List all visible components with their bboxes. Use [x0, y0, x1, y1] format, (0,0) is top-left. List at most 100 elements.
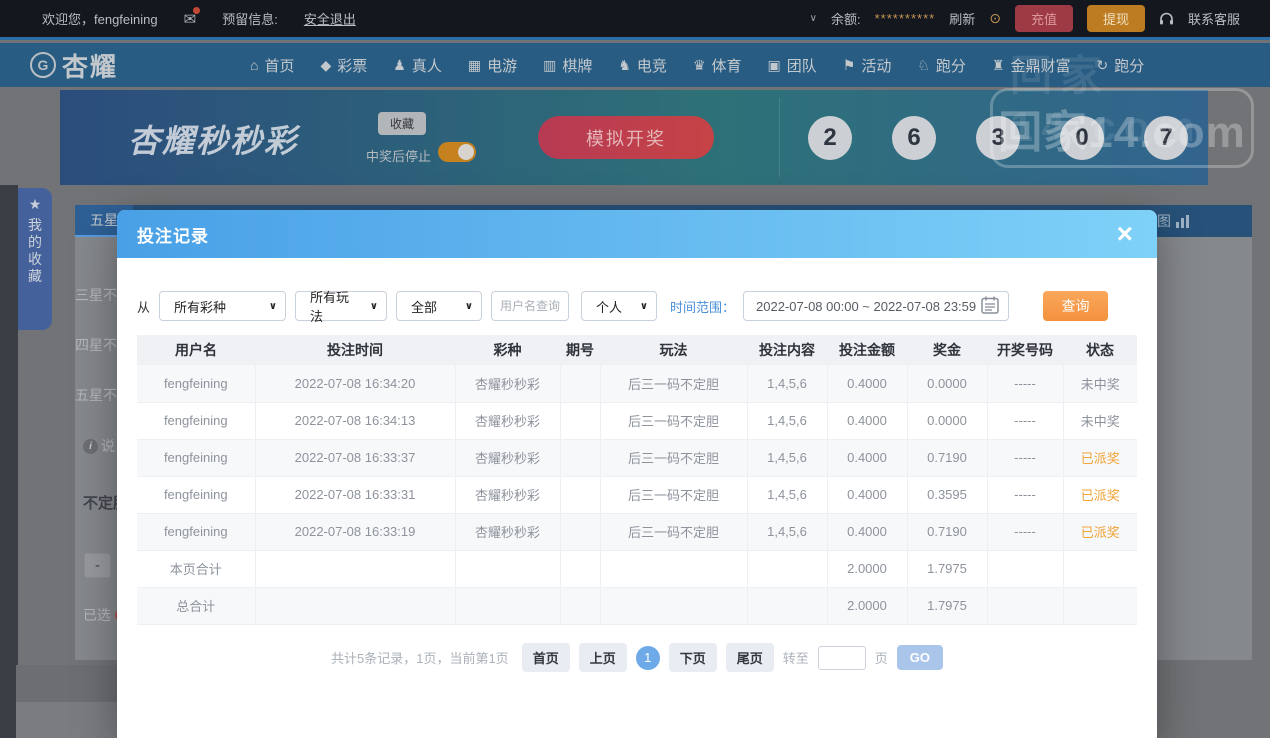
my-favorites-tab[interactable]: ★ 我的收藏 — [18, 188, 52, 330]
first-page-button[interactable]: 首页 — [521, 643, 570, 672]
bar-chart-icon — [1176, 214, 1189, 228]
brand-name: 杏耀 — [62, 51, 119, 82]
welcome-text: 欢迎您，fengfeining — [42, 12, 158, 27]
cell: 本页合计 — [137, 550, 256, 588]
mail-unread-dot — [193, 6, 201, 14]
cell — [747, 550, 828, 588]
cell: 2.0000 — [827, 587, 908, 625]
summary-row: 总合计 2.0000 1.7975 — [137, 587, 1137, 625]
nav-item-sports[interactable]: ♛ 体育 — [693, 55, 742, 76]
prev-page-button[interactable]: 上页 — [578, 643, 627, 672]
cell — [560, 439, 601, 477]
page: 欢迎您，fengfeining ✉ 预留信息: 安全退出 ∨ 余额: *****… — [0, 0, 1270, 738]
lottery-type-select[interactable]: 所有彩种 ∨ — [159, 291, 287, 321]
lottery-type-value: 所有彩种 — [174, 299, 227, 315]
logout-link[interactable]: 安全退出 — [304, 9, 356, 28]
cell — [560, 476, 601, 514]
from-label: 从 — [137, 299, 151, 315]
cell: 1,4,5,6 — [747, 439, 828, 477]
favorite-button[interactable]: 收藏 — [378, 112, 427, 135]
go-button[interactable]: GO — [896, 645, 944, 670]
cell — [600, 587, 748, 625]
cell: ----- — [987, 365, 1064, 403]
column-header: 投注金额 — [827, 335, 907, 365]
nav-item-lottery[interactable]: ◆ 彩票 — [320, 55, 367, 76]
status-scope-select[interactable]: 全部 ∨ — [396, 291, 483, 321]
rules-note-label: 说 — [101, 438, 115, 454]
cell: 总合计 — [137, 587, 256, 625]
next-page-button[interactable]: 下页 — [668, 643, 717, 672]
nav-item-label: 电游 — [487, 57, 518, 75]
nav-item-chess[interactable]: ▥ 棋牌 — [543, 55, 592, 76]
play-type-menu-item[interactable]: 四星不 — [75, 335, 117, 355]
nav-item-activity[interactable]: ⚑ 活动 — [843, 55, 892, 76]
cell — [560, 402, 601, 440]
table-row: fengfeining 2022-07-08 16:34:20 杏耀秒秒彩 后三一码不… — [137, 365, 1137, 403]
play-type-menu-item[interactable]: 五星不 — [75, 385, 117, 405]
headset-icon — [1159, 11, 1174, 26]
cell — [1063, 550, 1137, 588]
withdraw-button[interactable]: 提现 — [1086, 5, 1145, 32]
simulate-draw-button[interactable]: 模拟开奖 — [538, 116, 714, 159]
cell: 1,4,5,6 — [747, 476, 828, 514]
nav-item-live[interactable]: ♟ 真人 — [393, 55, 442, 76]
nav-item-label: 电竞 — [636, 57, 667, 75]
controller-icon: ♞ — [618, 56, 631, 73]
username-search-input[interactable] — [491, 291, 570, 321]
minus-stepper-button[interactable]: - — [84, 553, 111, 578]
chevron-down-icon: ∨ — [639, 300, 649, 312]
cell: 1,4,5,6 — [747, 513, 828, 551]
last-page-button[interactable]: 尾页 — [725, 643, 774, 672]
chevron-down-icon: ∨ — [268, 300, 278, 312]
cell: 0.7190 — [907, 513, 988, 551]
calendar-icon[interactable] — [980, 295, 1000, 318]
summary-row: 本页合计 2.0000 1.7975 — [137, 550, 1137, 588]
nav-item-paofen[interactable]: ♘ 跑分 — [917, 55, 966, 76]
recharge-button[interactable]: 充值 — [1014, 5, 1073, 32]
cell: 2022-07-08 16:33:37 — [255, 439, 456, 477]
mail-icon[interactable]: ✉ — [184, 6, 201, 28]
search-button[interactable]: 查询 — [1043, 291, 1109, 321]
column-header: 期号 — [560, 335, 600, 365]
goto-page-input[interactable] — [817, 645, 866, 670]
stop-after-win-toggle[interactable] — [438, 142, 476, 162]
nav-item-egames[interactable]: ▦ 电游 — [468, 55, 517, 76]
balance-collapse-icon[interactable]: ∨ — [810, 13, 817, 24]
play-type-menu-item[interactable]: 三星不 — [75, 285, 117, 305]
brand-logo[interactable]: G 杏耀 — [0, 47, 250, 84]
cell: fengfeining — [137, 513, 256, 551]
refresh-balance-link[interactable]: 刷新 — [949, 9, 975, 28]
person-scope-select[interactable]: 个人 ∨ — [581, 291, 658, 321]
nav-item-esports[interactable]: ♞ 电竞 — [618, 55, 667, 76]
cell: 已派奖 — [1063, 439, 1137, 477]
cell: 2022-07-08 16:33:19 — [255, 513, 456, 551]
trophy-icon: ♛ — [692, 56, 706, 73]
horse-icon: ♘ — [917, 56, 930, 73]
toggle-knob — [458, 144, 474, 160]
cell: 1,4,5,6 — [747, 365, 828, 403]
cell: 后三一码不定胆 — [600, 439, 748, 477]
close-icon[interactable]: × — [1117, 220, 1133, 248]
nav-item-home[interactable]: ⌂ 首页 — [250, 55, 294, 76]
column-header: 奖金 — [907, 335, 987, 365]
cell: 杏耀秒秒彩 — [455, 365, 561, 403]
cell — [600, 550, 748, 588]
cell — [455, 550, 561, 588]
trend-chart-link[interactable]: 图 — [1157, 205, 1190, 237]
time-range-input[interactable]: 2022-07-08 00:00 ~ 2022-07-08 23:59 — [743, 291, 1010, 321]
column-header: 状态 — [1063, 335, 1137, 365]
play-type-select[interactable]: 所有玩法 ∨ — [295, 290, 388, 324]
table-row: fengfeining 2022-07-08 16:34:13 杏耀秒秒彩 后三一码不… — [137, 402, 1137, 440]
slot-machine-icon: ▦ — [467, 56, 482, 73]
cell — [987, 550, 1064, 588]
cell: 杏耀秒秒彩 — [455, 402, 561, 440]
cell: 1.7975 — [907, 587, 988, 625]
cell: 杏耀秒秒彩 — [455, 513, 561, 551]
person-scope-value: 个人 — [596, 299, 623, 315]
cell: 1,4,5,6 — [747, 402, 828, 440]
page-unit-label: 页 — [874, 651, 888, 666]
eye-icon[interactable]: ⊙ — [989, 10, 1001, 27]
nav-item-team[interactable]: ▣ 团队 — [768, 55, 817, 76]
cell: 后三一码不定胆 — [600, 365, 748, 403]
contact-support-link[interactable]: 联系客服 — [1188, 9, 1240, 28]
